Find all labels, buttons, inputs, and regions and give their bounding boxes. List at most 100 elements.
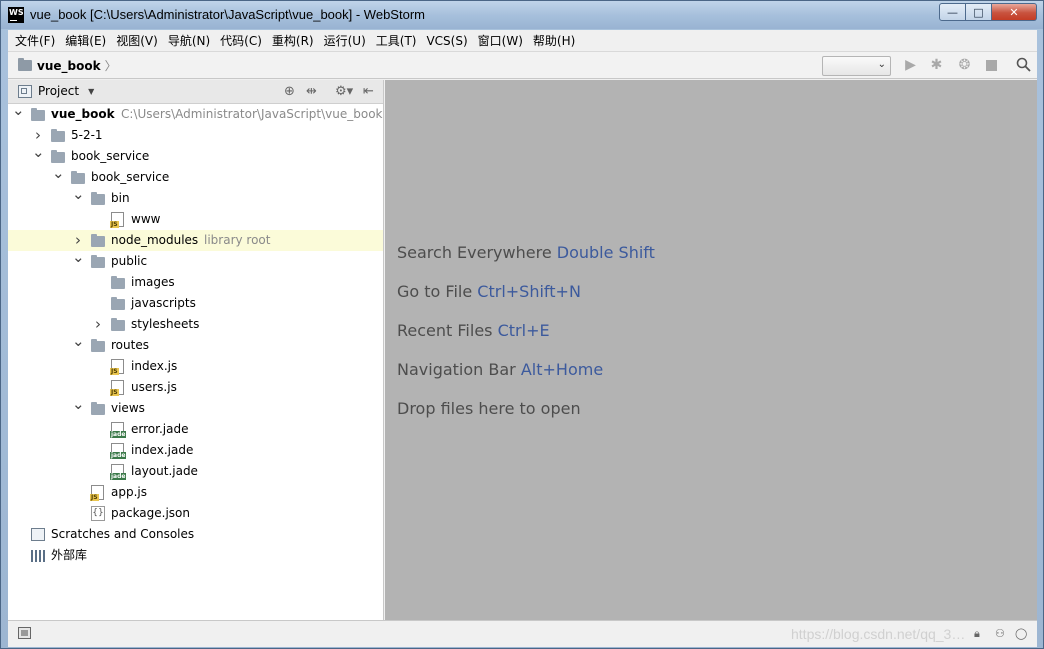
tree-item-label: routes [111,338,149,352]
folder-icon [18,58,32,71]
webstorm-logo-icon: WS [8,7,24,23]
tree-row[interactable]: ⌄ bin [8,185,383,209]
title-bar[interactable]: WS vue_book [C:\Users\Administrator\Java… [1,1,1043,29]
debug-icon[interactable]: ✱ [928,57,945,74]
expand-down-icon[interactable]: ⌄ [72,331,85,352]
folder-icon [31,108,45,121]
expand-right-icon[interactable]: › [92,314,104,335]
hint-shortcut: Double Shift [556,243,655,262]
project-panel-title: Project [38,84,80,98]
project-panel-header: Project ▼ ⊕ ⇹ ⚙▾ ⇤ [8,80,383,104]
hint-text: Drop files here to open [397,399,581,418]
collapse-all-icon[interactable]: ⇹ [306,84,317,99]
hint-text: Recent Files [397,321,493,340]
menu-navigate[interactable]: 导航(N) [163,30,215,52]
tree-item-label: javascripts [131,296,196,310]
menu-help[interactable]: 帮助(H) [528,30,580,52]
breadcrumb-project-label: vue_book [37,58,101,73]
stop-icon[interactable] [983,57,1000,74]
event-log-icon[interactable]: ◯ [1015,627,1027,640]
expand-down-icon[interactable]: ⌄ [72,247,85,268]
expand-down-icon[interactable]: ⌄ [72,394,85,415]
expand-down-icon[interactable]: ⌄ [12,100,25,121]
run-icon[interactable]: ▶ [902,57,919,74]
tree-row[interactable]: JS users.js [8,377,383,398]
tree-row[interactable]: ⌄ routes [8,332,383,356]
lock-icon[interactable]: 🔒︎ [974,627,980,641]
tree-row[interactable]: jade layout.jade [8,461,383,482]
tree-item-label: users.js [131,380,177,394]
tree-item-label: package.json [111,506,191,520]
gear-icon[interactable]: ⚙▾ [335,84,353,99]
tree-row[interactable]: JS index.js [8,356,383,377]
breadcrumb[interactable]: vue_book 〉 [18,57,117,74]
folder-icon [111,318,125,331]
tree-item-label: www [131,212,161,226]
tree-item-label: index.jade [131,443,194,457]
tree-row[interactable]: jade error.jade [8,419,383,440]
project-view-selector[interactable]: Project ▼ [18,84,94,98]
tree-row[interactable]: › stylesheets [8,314,383,335]
js-file-icon: JS [110,212,124,228]
locate-icon[interactable]: ⊕ [284,84,295,99]
hint-shortcut: Ctrl+E [497,321,550,340]
tree-row[interactable]: ⌄ vue_book C:\Users\Administrator\JavaScri… [8,101,383,125]
tree-item-label: bin [111,191,130,205]
editor-hint: Drop files here to open [397,399,581,418]
tree-row[interactable]: javascripts [8,293,383,314]
tree-row[interactable]: ⌄ views [8,395,383,419]
status-bar: https://blog.csdn.net/qq_3… 🔒︎ ⚇ ◯ [8,620,1037,647]
library-root-tag: library root [204,233,271,247]
tree-item-label: public [111,254,148,268]
tree-row[interactable]: JS app.js [8,482,383,503]
toggle-tool-windows-icon[interactable] [18,627,31,639]
inspector-icon[interactable]: ⚇ [995,627,1005,640]
jade-file-icon: jade [110,443,127,459]
editor-empty-area[interactable]: Search Everywhere Double Shift Go to Fil… [385,80,1037,620]
tree-item-label: 外部库 [51,548,88,562]
tree-row[interactable]: ⌄ book_service [8,164,383,188]
tree-row[interactable]: ⌄ public [8,248,383,272]
menu-file[interactable]: 文件(F) [10,30,60,52]
hide-icon[interactable]: ⇤ [363,84,374,99]
expand-down-icon[interactable]: ⌄ [72,184,85,205]
menu-code[interactable]: 代码(C) [215,30,267,52]
menu-edit[interactable]: 编辑(E) [60,30,111,52]
tree-item-label: images [131,275,175,289]
expand-down-icon[interactable]: ⌄ [32,142,45,163]
folder-icon [91,234,105,247]
menu-bar: 文件(F) 编辑(E) 视图(V) 导航(N) 代码(C) 重构(R) 运行(U… [8,30,1037,52]
js-file-icon: JS [110,359,124,375]
menu-refactor[interactable]: 重构(R) [267,30,319,52]
tree-item-label: stylesheets [131,317,200,331]
tree-row[interactable]: 外部库 [8,545,383,566]
expand-down-icon[interactable]: ⌄ [52,163,65,184]
maximize-button[interactable]: □ [966,3,992,21]
minimize-button[interactable]: — [939,3,966,21]
editor-hint: Search Everywhere Double Shift [397,243,655,262]
project-icon [18,84,32,98]
project-tree: ⌄ vue_book C:\Users\Administrator\JavaScri… [8,101,383,566]
menu-view[interactable]: 视图(V) [111,30,163,52]
tree-row[interactable]: jade index.jade [8,440,383,461]
tree-row[interactable]: › 5-2-1 [8,125,383,146]
menu-tools[interactable]: 工具(T) [371,30,422,52]
editor-hint: Recent Files Ctrl+E [397,321,550,340]
tree-row[interactable]: JS www [8,209,383,230]
tree-item-label: app.js [111,485,147,499]
window-title: vue_book [C:\Users\Administrator\JavaScr… [30,7,425,22]
search-icon[interactable] [1015,57,1032,74]
watermark: https://blog.csdn.net/qq_3… [791,626,966,642]
menu-window[interactable]: 窗口(W) [473,30,528,52]
tree-row[interactable]: images [8,272,383,293]
tree-row[interactable]: Scratches and Consoles [8,524,383,545]
coverage-icon[interactable]: ❂ [956,57,973,74]
tree-item-label: 5-2-1 [71,128,103,142]
tree-row[interactable]: › node_modules library root [8,230,383,251]
tree-row[interactable]: {} package.json [8,503,383,524]
menu-run[interactable]: 运行(U) [319,30,371,52]
close-button[interactable]: ✕ [992,3,1037,21]
run-configuration-select[interactable]: ⌄ [822,56,891,76]
folder-icon [111,297,125,310]
menu-vcs[interactable]: VCS(S) [421,30,472,52]
